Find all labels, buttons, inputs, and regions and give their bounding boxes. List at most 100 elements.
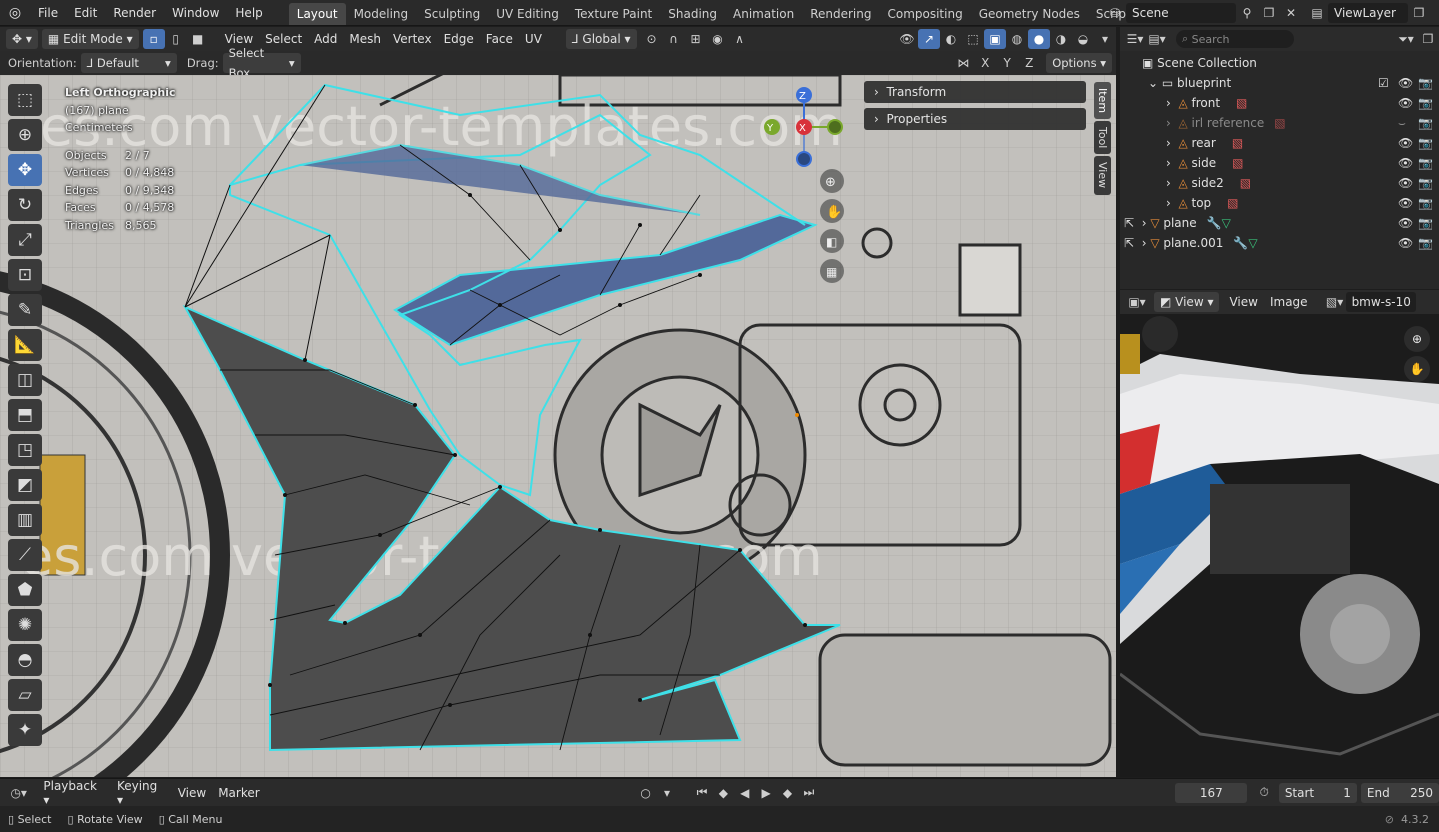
transform-tool-icon[interactable]: ⊡ — [8, 259, 42, 291]
eye-icon[interactable]: 👁 — [1398, 176, 1413, 190]
tab-animation[interactable]: Animation — [725, 3, 802, 25]
image-name-field[interactable]: bmw-s-10 — [1345, 292, 1416, 312]
outliner-item-plane[interactable]: ⇱ › ▽ plane 🔧 ▽ 👁 📷 — [1120, 213, 1439, 233]
add-cube-tool-icon[interactable]: ◫ — [8, 364, 42, 396]
blender-logo-icon[interactable]: ◎ — [0, 5, 30, 21]
xray-icon[interactable]: ▣ — [984, 29, 1006, 49]
camera-icon[interactable]: 📷 — [1418, 176, 1433, 190]
eye-icon[interactable]: 👁 — [1398, 156, 1413, 170]
play-reverse-icon[interactable]: ◀ — [734, 783, 755, 803]
keying-options-icon[interactable]: ▾ — [656, 783, 677, 803]
eye-icon[interactable]: 👁 — [1398, 136, 1413, 150]
annotate-tool-icon[interactable]: ✎ — [8, 294, 42, 326]
zoom-icon[interactable]: ⊕ — [1404, 326, 1430, 352]
inset-tool-icon[interactable]: ◳ — [8, 434, 42, 466]
camera-icon[interactable]: 📷 — [1418, 216, 1433, 230]
loop-cut-tool-icon[interactable]: ▥ — [8, 504, 42, 536]
mesh-overlay-icon[interactable]: ⬚ — [962, 29, 984, 49]
tab-shading[interactable]: Shading — [660, 3, 725, 25]
scale-tool-icon[interactable]: ⤢ — [8, 224, 42, 256]
camera-icon[interactable]: 📷 — [1418, 156, 1433, 170]
outliner-item-plane-001[interactable]: ⇱ › ▽ plane.001 🔧 ▽ 👁 📷 — [1120, 233, 1439, 253]
image-editor-canvas[interactable]: ⊕ ✋ — [1120, 314, 1439, 777]
menu-mesh[interactable]: Mesh — [343, 32, 387, 46]
gizmo-icon[interactable]: ↗ — [918, 29, 940, 49]
snap-icon[interactable]: ∩ — [663, 29, 685, 49]
gizmo-neg-y[interactable] — [827, 119, 843, 135]
tab-geometry-nodes[interactable]: Geometry Nodes — [971, 3, 1088, 25]
chevron-right-icon[interactable]: › — [1166, 116, 1178, 130]
shading-options-icon[interactable]: ▾ — [1094, 29, 1116, 49]
properties-panel-header[interactable]: › Properties — [864, 108, 1086, 130]
chevron-right-icon[interactable]: › — [1142, 236, 1151, 250]
material-shading-icon[interactable]: ◑ — [1050, 29, 1072, 49]
start-frame-field[interactable]: Start 1 — [1278, 782, 1357, 803]
falloff-icon[interactable]: ∧ — [729, 29, 751, 49]
camera-icon[interactable]: 📷 — [1418, 96, 1433, 110]
menu-image[interactable]: Image — [1264, 295, 1314, 309]
jump-end-icon[interactable]: ⏭ — [798, 783, 819, 803]
knife-tool-icon[interactable]: ⟋ — [8, 539, 42, 571]
menu-add[interactable]: Add — [308, 32, 343, 46]
scene-collection-row[interactable]: ▣ Scene Collection — [1120, 53, 1439, 73]
camera-icon[interactable]: 📷 — [1418, 196, 1433, 210]
menu-file[interactable]: File — [30, 0, 66, 26]
menu-render[interactable]: Render — [105, 0, 164, 26]
transform-orientation-dropdown[interactable]: ⅃ Global ▾ — [565, 29, 637, 49]
cursor-tool-icon[interactable]: ⊕ — [8, 119, 42, 151]
drag-dropdown[interactable]: Select Box ▾ — [222, 46, 301, 80]
pivot-icon[interactable]: ⊙ — [641, 29, 663, 49]
vertex-select-icon[interactable]: ▫ — [142, 29, 165, 49]
collection-row-blueprint[interactable]: ⌄ ▭ blueprint ☑ 👁 📷 — [1120, 73, 1439, 93]
poly-build-tool-icon[interactable]: ⬟ — [8, 574, 42, 606]
orientation-dropdown[interactable]: ⅃ Default ▾ — [80, 53, 177, 73]
camera-icon[interactable]: 📷 — [1418, 236, 1433, 250]
auto-keying-icon[interactable]: ○ — [635, 783, 656, 803]
outliner-editor-icon[interactable]: ☰▾ — [1124, 29, 1146, 49]
end-frame-field[interactable]: End 250 — [1360, 782, 1439, 803]
menu-edit[interactable]: Edit — [66, 0, 105, 26]
menu-edge[interactable]: Edge — [438, 32, 480, 46]
tab-sculpting[interactable]: Sculpting — [416, 3, 488, 25]
pin-icon[interactable]: ⚲ — [1236, 3, 1258, 23]
delete-scene-icon[interactable]: ✕ — [1280, 3, 1302, 23]
eye-icon[interactable]: 👁 — [1398, 96, 1413, 110]
chevron-right-icon[interactable]: › — [1166, 196, 1178, 210]
eye-closed-icon[interactable]: ⌣ — [1398, 116, 1406, 131]
measure-tool-icon[interactable]: 📐 — [8, 329, 42, 361]
chevron-right-icon[interactable]: › — [1142, 216, 1151, 230]
new-view-layer-icon[interactable]: ❐ — [1408, 3, 1430, 23]
camera-icon[interactable]: 📷 — [1418, 116, 1433, 130]
menu-timeline-view[interactable]: View — [172, 786, 212, 800]
mirror-icon[interactable]: ⋈ — [952, 53, 974, 73]
eye-icon[interactable]: 👁 — [1398, 236, 1413, 250]
menu-image-view[interactable]: View — [1223, 295, 1263, 309]
view-layer-icon[interactable]: ▤ — [1306, 3, 1328, 23]
checkbox-icon[interactable]: ☑ — [1378, 76, 1389, 90]
mirror-y-toggle[interactable]: Y — [996, 53, 1018, 73]
menu-uv[interactable]: UV — [519, 32, 548, 46]
extrude-tool-icon[interactable]: ⬒ — [8, 399, 42, 431]
outliner-item-side[interactable]: › ◬ side ▧ 👁 📷 — [1120, 153, 1439, 173]
scene-name-field[interactable]: Scene — [1126, 3, 1236, 23]
outliner-item-irl-reference[interactable]: › ◬ irl reference ▧ ⌣ 📷 — [1120, 113, 1439, 133]
tab-tool[interactable]: Tool — [1094, 121, 1111, 155]
smooth-tool-icon[interactable]: ◓ — [8, 644, 42, 676]
new-collection-icon[interactable]: ❐ — [1417, 29, 1439, 49]
tab-rendering[interactable]: Rendering — [802, 3, 879, 25]
transform-panel-header[interactable]: › Transform — [864, 81, 1086, 103]
outliner-item-front[interactable]: › ◬ front ▧ 👁 📷 — [1120, 93, 1439, 113]
play-icon[interactable]: ▶ — [755, 783, 776, 803]
mode-dropdown[interactable]: ▦ Edit Mode ▾ — [41, 29, 139, 49]
image-view-mode-dropdown[interactable]: ◩ View ▾ — [1154, 292, 1220, 312]
eye-icon[interactable]: 👁 — [1398, 76, 1413, 90]
tab-modeling[interactable]: Modeling — [346, 3, 417, 25]
outliner-item-side2[interactable]: › ◬ side2 ▧ 👁 📷 — [1120, 173, 1439, 193]
chevron-right-icon[interactable]: › — [1166, 136, 1178, 150]
wireframe-shading-icon[interactable]: ◍ — [1006, 29, 1028, 49]
overlay-icon[interactable]: ◐ — [940, 29, 962, 49]
edit-toggle-icon[interactable]: ⇱ — [1124, 216, 1142, 230]
menu-playback[interactable]: Playback ▾ — [37, 779, 111, 807]
tab-view[interactable]: View — [1094, 156, 1111, 195]
next-keyframe-icon[interactable]: ◆ — [777, 783, 798, 803]
